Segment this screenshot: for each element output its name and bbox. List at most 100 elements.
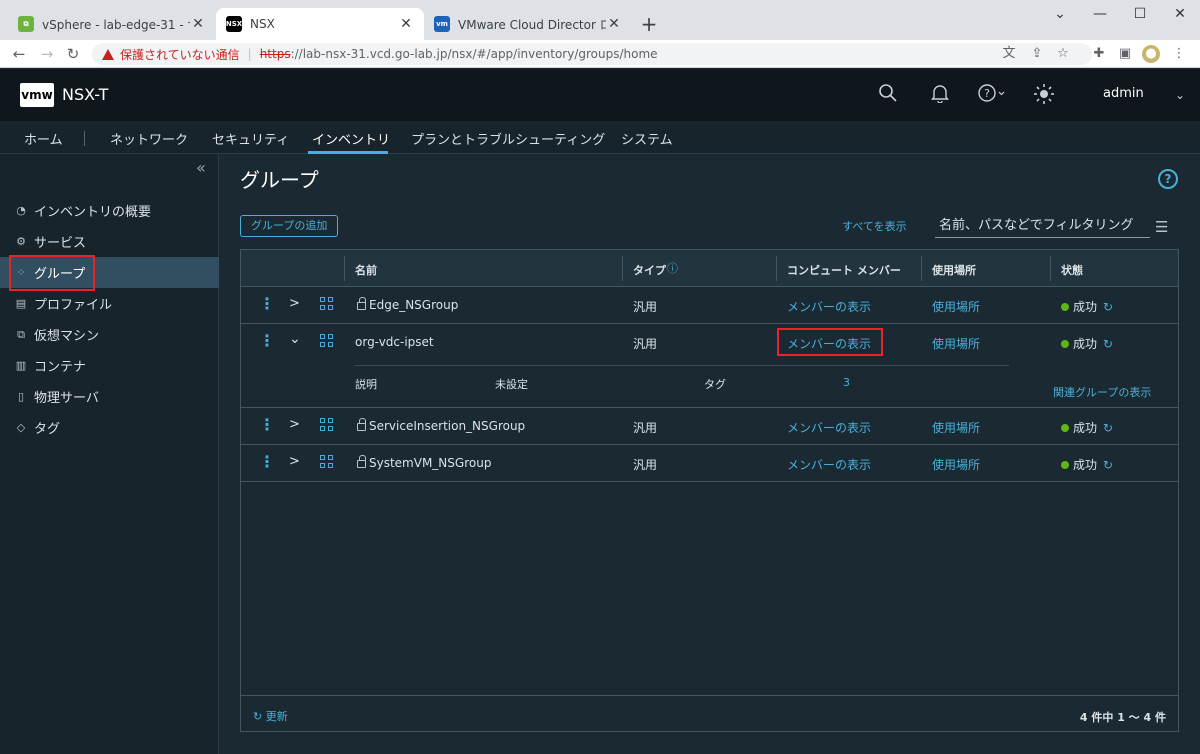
sidebar-item-tags[interactable]: ◇ タグ xyxy=(0,412,219,443)
highlight-box-groups xyxy=(9,255,95,291)
minimize-button[interactable]: — xyxy=(1080,0,1120,28)
user-menu[interactable]: admin xyxy=(1103,86,1144,101)
group-type: 汎用 xyxy=(633,300,658,314)
url-scheme: https xyxy=(259,47,291,61)
refresh-button[interactable]: ↻ 更新 xyxy=(253,708,288,724)
back-button[interactable]: ← xyxy=(8,43,30,65)
browser-menu-icon[interactable]: ⋮ xyxy=(1170,45,1188,63)
group-name: org-vdc-ipset xyxy=(355,335,434,349)
chevron-down-icon[interactable]: ⌄ xyxy=(289,331,301,347)
sidebar-item-physical-servers[interactable]: ▯ 物理サーバ xyxy=(0,381,219,412)
row-actions-icon[interactable]: ⋮ xyxy=(259,417,275,433)
refresh-status-icon[interactable]: ↻ xyxy=(1103,421,1113,435)
help-icon[interactable]: ? xyxy=(1158,169,1178,189)
view-members-link[interactable]: メンバーの表示 xyxy=(787,456,871,473)
tab-system[interactable]: システム xyxy=(621,129,673,148)
show-all-link[interactable]: すべてを表示 xyxy=(842,218,907,234)
browser-tab-nsx[interactable]: NSX NSX ✕ xyxy=(216,8,424,40)
filter-input[interactable] xyxy=(935,214,1150,238)
detail-tag-count[interactable]: 3 xyxy=(843,376,850,389)
column-header-where-used[interactable]: 使用場所 xyxy=(932,262,976,278)
column-header-compute-members[interactable]: コンピュート メンバー xyxy=(787,262,901,278)
browser-tab-vcd[interactable]: vm VMware Cloud Director ログアウト ✕ xyxy=(424,8,632,40)
forward-button[interactable]: → xyxy=(36,43,58,65)
tab-home[interactable]: ホーム xyxy=(24,129,63,148)
column-divider xyxy=(344,256,345,281)
where-used-link[interactable]: 使用場所 xyxy=(932,298,980,315)
chevron-right-icon[interactable]: > xyxy=(289,454,300,469)
where-used-link[interactable]: 使用場所 xyxy=(932,456,980,473)
side-panel-icon[interactable]: ▣ xyxy=(1116,45,1134,63)
chevron-down-icon[interactable]: ⌄ xyxy=(1172,83,1188,107)
table-row: ⋮ > SystemVM_NSGroup 汎用 メンバーの表示 使用場所 成功 ↻ xyxy=(241,445,1178,482)
table-row: ⋮ > Edge_NSGroup 汎用 メンバーの表示 使用場所 成功 ↻ xyxy=(241,287,1178,324)
search-icon[interactable] xyxy=(876,83,900,107)
group-icon xyxy=(320,334,333,347)
add-group-button[interactable]: グループの追加 xyxy=(240,215,339,237)
sidebar: « ◔ インベントリの概要 ⚙ サービス ⁘ グループ ▤ プロファイル ⧉ 仮… xyxy=(0,154,219,754)
tab-security[interactable]: セキュリティ xyxy=(212,129,289,148)
sidebar-item-overview[interactable]: ◔ インベントリの概要 xyxy=(0,195,219,226)
chevron-right-icon[interactable]: > xyxy=(289,417,300,432)
extensions-icon[interactable]: ✚ xyxy=(1090,45,1108,63)
sidebar-item-label: 仮想マシン xyxy=(34,329,100,344)
detail-tag-label: タグ xyxy=(704,378,726,391)
window-close-button[interactable]: ✕ xyxy=(1160,0,1200,28)
share-icon[interactable]: ⇪ xyxy=(1028,45,1046,63)
tab-inventory[interactable]: インベントリ xyxy=(312,129,390,148)
tab-title: vSphere - lab-edge-31 - サマリ xyxy=(42,17,190,32)
sidebar-item-containers[interactable]: ▥ コンテナ xyxy=(0,350,219,381)
theme-sun-icon[interactable] xyxy=(1032,83,1056,107)
info-icon[interactable]: ⓘ xyxy=(667,260,678,276)
reload-button[interactable]: ↻ xyxy=(62,43,84,65)
bookmark-star-icon[interactable]: ☆ xyxy=(1054,45,1072,63)
column-header-name[interactable]: 名前 xyxy=(355,262,377,278)
tab-search-chevron-icon[interactable]: ⌄ xyxy=(1040,0,1080,28)
refresh-status-icon[interactable]: ↻ xyxy=(1103,458,1113,472)
close-tab-icon[interactable]: ✕ xyxy=(606,16,622,32)
success-dot-icon xyxy=(1061,424,1069,432)
highlight-box-view-members xyxy=(777,328,883,356)
translate-icon[interactable]: 文 xyxy=(1000,45,1018,63)
browser-tab-vsphere[interactable]: ⧉ vSphere - lab-edge-31 - サマリ ✕ xyxy=(8,8,216,40)
row-actions-icon[interactable]: ⋮ xyxy=(259,454,275,470)
row-actions-icon[interactable]: ⋮ xyxy=(259,333,275,349)
vm-icon: ⧉ xyxy=(17,327,25,341)
nsx-icon: NSX xyxy=(226,16,242,32)
tab-plan-troubleshoot[interactable]: プランとトラブルシューティング xyxy=(411,129,605,148)
row-actions-icon[interactable]: ⋮ xyxy=(259,296,275,312)
dashboard-icon: ◔ xyxy=(16,203,26,217)
sidebar-item-profiles[interactable]: ▤ プロファイル xyxy=(0,288,219,319)
column-divider xyxy=(776,256,777,281)
column-header-status[interactable]: 状態 xyxy=(1061,262,1083,278)
sidebar-item-services[interactable]: ⚙ サービス xyxy=(0,226,219,257)
refresh-status-icon[interactable]: ↻ xyxy=(1103,337,1113,351)
table-header: 名前 タイプ ⓘ コンピュート メンバー 使用場所 状態 xyxy=(241,250,1178,287)
svg-text:?: ? xyxy=(984,87,990,100)
sidebar-item-label: 物理サーバ xyxy=(34,391,99,406)
filter-options-icon[interactable]: ☰ xyxy=(1155,218,1168,236)
maximize-button[interactable]: ☐ xyxy=(1120,0,1160,28)
chevron-right-icon[interactable]: > xyxy=(289,296,300,311)
detail-desc-label: 説明 xyxy=(355,378,377,391)
where-used-link[interactable]: 使用場所 xyxy=(932,335,980,352)
refresh-status-icon[interactable]: ↻ xyxy=(1103,300,1113,314)
tab-network[interactable]: ネットワーク xyxy=(110,129,188,148)
sidebar-item-vms[interactable]: ⧉ 仮想マシン xyxy=(0,319,219,350)
page-title: グループ xyxy=(240,168,319,192)
view-members-link[interactable]: メンバーの表示 xyxy=(787,419,871,436)
new-tab-button[interactable]: + xyxy=(638,12,660,36)
view-members-link[interactable]: メンバーの表示 xyxy=(787,298,871,315)
url-input[interactable]: 保護されていない通信 | https ://lab-nsx-31.vcd.go-… xyxy=(92,43,1092,65)
collapse-sidebar-icon[interactable]: « xyxy=(196,158,206,177)
bell-icon[interactable] xyxy=(928,83,952,107)
main-content: グループ ? グループの追加 すべてを表示 ☰ 名前 タイプ ⓘ コンピュート … xyxy=(220,154,1200,754)
profile-avatar-icon[interactable]: ● xyxy=(1142,45,1160,63)
nav-divider xyxy=(84,131,85,146)
column-header-type[interactable]: タイプ xyxy=(633,262,666,278)
close-tab-icon[interactable]: ✕ xyxy=(190,16,206,32)
related-groups-link[interactable]: 関連グループの表示 xyxy=(1053,384,1151,400)
close-tab-icon[interactable]: ✕ xyxy=(398,16,414,32)
help-menu-icon[interactable]: ? xyxy=(976,83,1008,107)
where-used-link[interactable]: 使用場所 xyxy=(932,419,980,436)
